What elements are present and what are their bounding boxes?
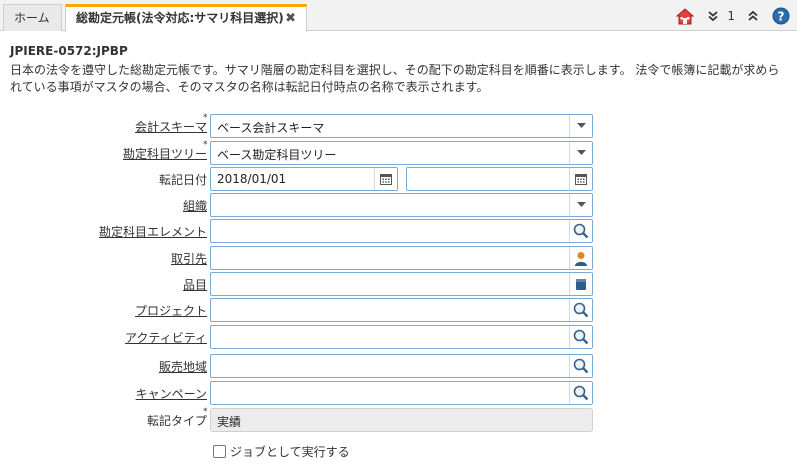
row-campaign: キャンペーン xyxy=(0,381,797,405)
account-tree-value: ベース勘定科目ツリー xyxy=(217,148,337,162)
row-product: 品目 xyxy=(0,272,797,296)
double-chevron-up-icon[interactable] xyxy=(743,6,763,26)
product-input[interactable] xyxy=(210,272,593,296)
tab-general-ledger[interactable]: 総勘定元帳(法令対応:サマリ科目選択) ✖ xyxy=(65,4,307,32)
process-id: JPIERE-0572:JPBP xyxy=(10,44,128,58)
campaign-input[interactable] xyxy=(210,381,593,405)
row-accounting-schema: 会計スキーマ * ベース会計スキーマ xyxy=(0,113,797,138)
double-chevron-down-icon[interactable] xyxy=(703,6,723,26)
calendar-icon[interactable] xyxy=(569,168,592,190)
campaign-label[interactable]: キャンペーン xyxy=(136,385,207,402)
account-tree-select[interactable]: ベース勘定科目ツリー xyxy=(210,141,593,165)
accounting-schema-label[interactable]: 会計スキーマ xyxy=(135,118,207,135)
search-icon[interactable] xyxy=(569,355,592,377)
row-posting-type: 転記タイプ * 実績 xyxy=(0,407,797,432)
required-marker: * xyxy=(203,140,208,150)
posting-type-readonly: 実績 xyxy=(210,408,593,432)
activity-input[interactable] xyxy=(210,325,593,349)
required-marker: * xyxy=(203,407,208,417)
row-date-acct: 転記日付 2018/01/01 xyxy=(0,167,797,191)
project-input[interactable] xyxy=(210,298,593,322)
row-sales-region: 販売地域 xyxy=(0,354,797,378)
organization-label[interactable]: 組織 xyxy=(183,197,207,214)
account-element-input[interactable] xyxy=(210,219,593,243)
product-icon[interactable] xyxy=(569,273,592,295)
run-as-job-option[interactable]: ジョブとして実行する xyxy=(213,443,350,460)
tab-general-ledger-label: 総勘定元帳(法令対応:サマリ科目選択) xyxy=(76,11,284,25)
date-acct-label: 転記日付 xyxy=(158,173,207,187)
accounting-schema-value: ベース会計スキーマ xyxy=(217,121,325,135)
process-description: 日本の法令を遵守した総勘定元帳です。サマリ階層の勘定科目を選択し、その配下の勘定… xyxy=(10,63,780,94)
sales-region-input[interactable] xyxy=(210,354,593,378)
search-icon[interactable] xyxy=(569,220,592,242)
chevron-down-icon[interactable] xyxy=(569,142,592,164)
business-partner-label[interactable]: 取引先 xyxy=(171,250,207,267)
account-tree-label[interactable]: 勘定科目ツリー xyxy=(123,145,207,162)
home-icon[interactable] xyxy=(675,6,695,26)
row-account-tree: 勘定科目ツリー * ベース勘定科目ツリー xyxy=(0,140,797,165)
row-organization: 組織 xyxy=(0,193,797,217)
search-icon[interactable] xyxy=(569,299,592,321)
window-count: 1 xyxy=(727,9,735,23)
svg-text:?: ? xyxy=(778,10,785,24)
accounting-schema-select[interactable]: ベース会計スキーマ xyxy=(210,114,593,138)
posting-type-label: 転記タイプ xyxy=(146,414,207,428)
run-as-job-label[interactable]: ジョブとして実行する xyxy=(230,443,350,460)
sales-region-label[interactable]: 販売地域 xyxy=(159,358,207,375)
date-from-input[interactable]: 2018/01/01 xyxy=(210,167,398,191)
project-label[interactable]: プロジェクト xyxy=(135,302,207,319)
row-project: プロジェクト xyxy=(0,298,797,322)
close-tab-icon[interactable]: ✖ xyxy=(285,7,296,30)
search-icon[interactable] xyxy=(569,382,592,404)
required-marker: * xyxy=(203,113,208,123)
date-from-value: 2018/01/01 xyxy=(217,172,287,186)
tab-home[interactable]: ホーム xyxy=(3,4,62,31)
help-icon[interactable]: ? xyxy=(771,6,791,26)
row-business-partner: 取引先 xyxy=(0,246,797,270)
row-account-element: 勘定科目エレメント xyxy=(0,219,797,243)
product-label[interactable]: 品目 xyxy=(183,276,207,293)
tab-bar: ホーム 総勘定元帳(法令対応:サマリ科目選択) ✖ 1 ? xyxy=(0,0,797,32)
run-as-job-checkbox[interactable] xyxy=(213,445,226,458)
person-icon[interactable] xyxy=(569,247,592,269)
calendar-icon[interactable] xyxy=(374,168,397,190)
account-element-label[interactable]: 勘定科目エレメント xyxy=(99,223,207,240)
row-activity: アクティビティ xyxy=(0,325,797,349)
business-partner-input[interactable] xyxy=(210,246,593,270)
date-to-input[interactable] xyxy=(406,167,593,191)
search-icon[interactable] xyxy=(569,326,592,348)
chevron-down-icon[interactable] xyxy=(569,115,592,137)
tab-home-label: ホーム xyxy=(14,11,50,25)
activity-label[interactable]: アクティビティ xyxy=(125,329,207,346)
posting-type-value: 実績 xyxy=(217,415,242,429)
chevron-down-icon[interactable] xyxy=(569,194,592,216)
organization-select[interactable] xyxy=(210,193,593,217)
